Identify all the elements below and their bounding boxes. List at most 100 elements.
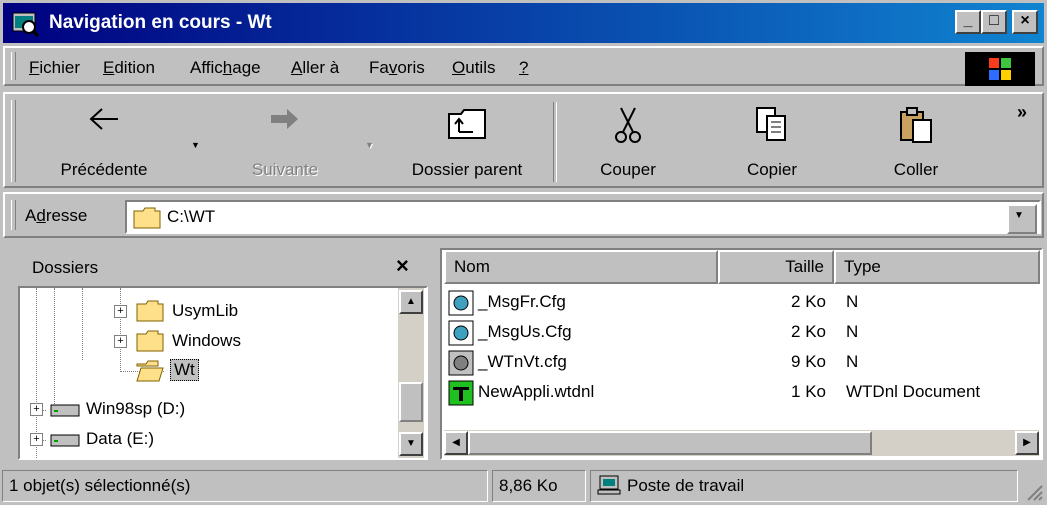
forward-dropdown[interactable]: ▼ [359, 100, 381, 186]
folders-pane-header: Dossiers × [18, 248, 424, 286]
close-button[interactable]: × [1012, 10, 1038, 34]
file-row[interactable]: _MsgFr.Cfg 2 Ko N [446, 288, 1036, 318]
toolbar-separator [553, 102, 557, 182]
tree-item-windows[interactable]: + Windows [114, 326, 414, 356]
menu-grip[interactable] [11, 52, 16, 80]
tree-item-wt[interactable]: Wt [136, 356, 336, 386]
file-size: 2 Ko [791, 292, 826, 311]
back-dropdown[interactable]: ▼ [185, 100, 207, 186]
expand-icon[interactable]: + [30, 433, 43, 446]
wtdnl-icon [448, 380, 474, 406]
scroll-thumb[interactable] [468, 431, 872, 455]
scroll-down-button[interactable]: ▼ [399, 432, 423, 456]
folder-icon [136, 330, 164, 352]
folder-icon [136, 300, 164, 322]
window-title: Navigation en cours - Wt [49, 12, 272, 33]
folders-vscrollbar[interactable]: ▲ ▼ [398, 288, 424, 458]
file-type: N [846, 352, 859, 371]
folders-tree[interactable]: + UsymLib + Windows Wt + Win98sp (D:) + … [18, 286, 428, 460]
tree-item-label: UsymLib [172, 301, 239, 320]
clipboard-icon [900, 107, 932, 143]
scroll-left-button[interactable]: ◀ [444, 431, 468, 455]
cfg-icon [448, 290, 474, 316]
back-button[interactable]: Précédente [29, 100, 179, 186]
folder-icon [133, 207, 161, 229]
address-input[interactable]: C:\WT ▼ [125, 200, 1041, 234]
paste-button[interactable]: Coller [861, 100, 971, 186]
status-size: 8,86 Ko [492, 470, 586, 502]
toolbar: Précédente ▼ Suivante ▼ Dossier parent C… [3, 92, 1044, 188]
chevron-down-icon: ▼ [365, 140, 374, 150]
address-bar: Adresse C:\WT ▼ [3, 192, 1044, 238]
address-value: C:\WT [167, 207, 216, 226]
maximize-button[interactable]: □ [981, 10, 1007, 34]
file-name: NewAppli.wtdnl [478, 382, 595, 401]
open-folder-icon [136, 360, 164, 382]
tree-item-label: Wt [170, 359, 199, 381]
menu-fichier[interactable]: Fichier [29, 58, 80, 78]
scroll-thumb[interactable] [399, 382, 423, 422]
filelist-hscrollbar[interactable]: ◀ ▶ [444, 430, 1039, 456]
file-list[interactable]: Nom Taille Type _MsgFr.Cfg 2 Ko N _MsgUs… [440, 248, 1043, 460]
file-size: 1 Ko [791, 382, 826, 401]
expand-icon[interactable]: + [114, 335, 127, 348]
file-name: _MsgUs.Cfg [478, 322, 572, 341]
tree-item-label: Data (E:) [86, 429, 155, 448]
menu-edition[interactable]: Edition [103, 58, 155, 78]
file-size: 2 Ko [791, 322, 826, 341]
status-zone: Poste de travail [590, 470, 1018, 502]
menu-outils[interactable]: Outils [452, 58, 495, 78]
scissors-icon [615, 107, 641, 143]
column-header-size[interactable]: Taille [718, 250, 834, 284]
menu-favoris[interactable]: Favoris [369, 58, 425, 78]
column-header-name[interactable]: Nom [444, 250, 718, 284]
address-label: Adresse [25, 206, 88, 225]
status-selection: 1 objet(s) sélectionné(s) [2, 470, 488, 502]
parent-folder-icon [448, 109, 486, 139]
scroll-up-button[interactable]: ▲ [399, 290, 423, 314]
copy-button[interactable]: Copier [717, 100, 827, 186]
tree-item-label: Win98sp (D:) [86, 399, 186, 418]
cfg-icon [448, 320, 474, 346]
title-bar[interactable]: Navigation en cours - Wt _ □ × [3, 3, 1044, 43]
address-dropdown-button[interactable]: ▼ [1007, 204, 1037, 234]
file-name: _WTnVt.cfg [478, 352, 567, 371]
tree-line [54, 288, 55, 408]
back-arrow-icon [89, 108, 118, 130]
tree-item-drive-d[interactable]: + Win98sp (D:) [30, 394, 370, 424]
address-grip[interactable] [11, 200, 16, 230]
file-row[interactable]: _MsgUs.Cfg 2 Ko N [446, 318, 1036, 348]
file-size: 9 Ko [791, 352, 826, 371]
forward-button[interactable]: Suivante [215, 100, 355, 186]
menu-aller-a[interactable]: Aller à [291, 58, 339, 78]
tree-item-drive-e[interactable]: + Data (E:) [30, 424, 370, 454]
tree-item-usymlib[interactable]: + UsymLib [114, 296, 414, 326]
minimize-button[interactable]: _ [955, 10, 981, 34]
windows-logo [965, 52, 1035, 86]
menu-aide[interactable]: ? [519, 58, 528, 78]
computer-icon [597, 475, 621, 495]
resize-grip-icon[interactable] [1024, 482, 1044, 502]
file-type: N [846, 292, 859, 311]
chevron-down-icon: ▼ [1014, 210, 1024, 221]
folders-close-icon[interactable]: × [396, 253, 409, 279]
toolbar-grip[interactable] [11, 100, 16, 182]
copy-icon [756, 107, 786, 141]
menu-bar: Fichier Edition Affichage Aller à Favori… [3, 46, 1044, 86]
file-type: WTDnl Document [846, 382, 981, 401]
cut-button[interactable]: Couper [573, 100, 683, 186]
toolbar-more-chevron[interactable]: » [1017, 102, 1027, 123]
hard-drive-icon [50, 404, 80, 417]
file-row[interactable]: NewAppli.wtdnl 1 Ko WTDnl Document [446, 378, 1036, 408]
parent-folder-button[interactable]: Dossier parent [391, 100, 543, 186]
scroll-right-button[interactable]: ▶ [1015, 431, 1039, 455]
status-bar: 1 objet(s) sélectionné(s) 8,86 Ko Poste … [0, 466, 1047, 505]
status-zone-label: Poste de travail [627, 476, 745, 495]
column-header-type[interactable]: Type [834, 250, 1040, 284]
cfg-icon [448, 350, 474, 376]
expand-icon[interactable]: + [30, 403, 43, 416]
expand-icon[interactable]: + [114, 305, 127, 318]
menu-affichage[interactable]: Affichage [190, 58, 261, 78]
file-name: _MsgFr.Cfg [478, 292, 566, 311]
file-row[interactable]: _WTnVt.cfg 9 Ko N [446, 348, 1036, 378]
